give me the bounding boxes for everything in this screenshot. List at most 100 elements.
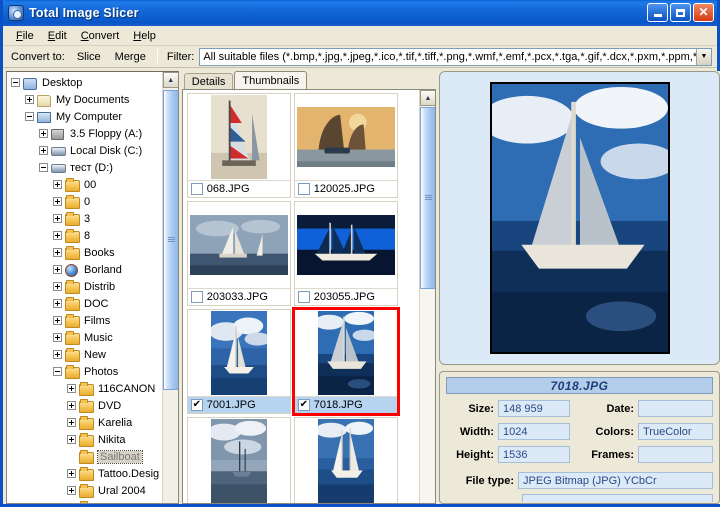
expand-icon[interactable] (67, 418, 76, 427)
image-preview[interactable] (439, 71, 720, 365)
tree-item-ural-2004[interactable]: Ural 2004 (7, 482, 162, 499)
thumbnail-scrollbar-thumb[interactable] (420, 107, 436, 289)
tree-item-my-documents[interactable]: My Documents (7, 91, 162, 108)
collapse-icon[interactable] (11, 78, 20, 87)
expand-icon[interactable] (53, 214, 62, 223)
folder-icon (79, 416, 95, 430)
expand-icon[interactable] (39, 146, 48, 155)
thumbnail-scroll-up-button[interactable]: ▲ (420, 90, 436, 106)
tree-item-music[interactable]: Music (7, 329, 162, 346)
tree-item-3[interactable]: 3 (7, 210, 162, 227)
collapse-icon[interactable] (53, 367, 62, 376)
expand-icon[interactable] (53, 197, 62, 206)
thumbnail-item[interactable]: ✔7018.JPG (294, 309, 398, 414)
folder-icon (79, 484, 95, 498)
expand-icon[interactable] (67, 469, 76, 478)
filter-combobox[interactable]: All suitable files (*.bmp,*.jpg,*.jpeg,*… (199, 48, 712, 66)
tree-item-label: 0 (84, 196, 92, 208)
size-label: Size: (446, 403, 498, 415)
maximize-button[interactable] (670, 3, 691, 22)
thumbnail-item[interactable]: 203033.JPG (187, 201, 291, 306)
tree-item-label: Desktop (42, 77, 84, 89)
expand-icon[interactable] (67, 384, 76, 393)
slice-button[interactable]: Slice (70, 49, 108, 65)
tree-item-00[interactable]: 00 (7, 176, 162, 193)
toolbar: Convert to: Slice Merge Filter: All suit… (3, 46, 717, 68)
collapse-icon[interactable] (39, 163, 48, 172)
tree-item-8[interactable]: 8 (7, 227, 162, 244)
expand-icon[interactable] (67, 435, 76, 444)
expand-icon[interactable] (67, 486, 76, 495)
expand-icon[interactable] (53, 180, 62, 189)
tree-item-[interactable]: Крым (7, 499, 162, 503)
tree-item-doc[interactable]: DOC (7, 295, 162, 312)
tree-item-nikita[interactable]: Nikita (7, 431, 162, 448)
tree-item-distrib[interactable]: Distrib (7, 278, 162, 295)
thumbnail-image (188, 310, 290, 396)
menu-edit[interactable]: Edit (41, 28, 74, 44)
expand-icon[interactable] (67, 401, 76, 410)
tree-item-karelia[interactable]: Karelia (7, 414, 162, 431)
expand-icon[interactable] (53, 350, 62, 359)
filetype-value: JPEG Bitmap (JPG) YCbCr (518, 472, 713, 489)
tree-item-sailboat[interactable]: Sailboat (7, 448, 162, 465)
thumbnail-image (295, 310, 397, 396)
tree-item-local-disk-c[interactable]: Local Disk (C:) (7, 142, 162, 159)
tree-item-0[interactable]: 0 (7, 193, 162, 210)
thumbnail-item[interactable]: ✔7001.JPG (187, 309, 291, 414)
minimize-button[interactable] (647, 3, 668, 22)
expand-icon[interactable] (53, 231, 62, 240)
tree-item-label: Films (84, 315, 112, 327)
tree-scrollbar-thumb[interactable] (163, 90, 179, 390)
merge-button[interactable]: Merge (108, 49, 153, 65)
tree-item-116canon[interactable]: 116CANON (7, 380, 162, 397)
menu-file[interactable]: File (9, 28, 41, 44)
tree-item-books[interactable]: Books (7, 244, 162, 261)
thumbnail-image (188, 418, 290, 503)
thumbnail-checkbox[interactable] (191, 291, 203, 303)
collapse-icon[interactable] (25, 112, 34, 121)
tree-scroll-up-button[interactable]: ▲ (163, 72, 179, 88)
expand-icon[interactable] (53, 316, 62, 325)
tree-item-label: Karelia (98, 417, 134, 429)
menu-help[interactable]: Help (126, 28, 163, 44)
thumbnail-item[interactable]: 068.JPG (187, 93, 291, 198)
thumbnail-item[interactable]: 7031.JPG (294, 417, 398, 503)
thumbnail-scrollbar[interactable]: ▲ (419, 90, 435, 503)
tree-item-my-computer[interactable]: My Computer (7, 108, 162, 125)
expand-icon[interactable] (25, 95, 34, 104)
tree-item-d[interactable]: тест (D:) (7, 159, 162, 176)
expand-icon[interactable] (53, 333, 62, 342)
thumbnail-checkbox[interactable] (298, 183, 310, 195)
expand-icon[interactable] (53, 282, 62, 291)
tab-thumbnails[interactable]: Thumbnails (234, 71, 307, 89)
tree-item-3-5-floppy-a[interactable]: 3.5 Floppy (A:) (7, 125, 162, 142)
tree-item-photos[interactable]: Photos (7, 363, 162, 380)
tree-scrollbar[interactable]: ▲ (162, 72, 178, 503)
tree-item-desktop[interactable]: Desktop (7, 74, 162, 91)
thumbnail-grid: 068.JPG120025.JPG203033.JPG203055.JPG✔70… (183, 90, 418, 503)
tree-item-tattoo-desig[interactable]: Tattoo.Desig (7, 465, 162, 482)
tab-details[interactable]: Details (184, 73, 234, 89)
thumbnail-item[interactable]: 203055.JPG (294, 201, 398, 306)
thumbnail-checkbox[interactable]: ✔ (298, 399, 310, 411)
expand-icon[interactable] (53, 248, 62, 257)
thumbnail-item[interactable]: 120025.JPG (294, 93, 398, 198)
thumbnail-checkbox[interactable]: ✔ (191, 399, 203, 411)
tree-item-dvd[interactable]: DVD (7, 397, 162, 414)
expand-icon[interactable] (39, 129, 48, 138)
tree-item-label: Music (84, 332, 115, 344)
thumbnail-item[interactable]: 7028.JPG (187, 417, 291, 503)
tree-item-borland[interactable]: Borland (7, 261, 162, 278)
close-button[interactable]: ✕ (693, 3, 714, 22)
chevron-down-icon[interactable]: ▼ (696, 49, 711, 65)
thumbnail-checkbox[interactable] (191, 183, 203, 195)
folder-icon-glyph (79, 418, 94, 430)
tree-item-films[interactable]: Films (7, 312, 162, 329)
tree-item-new[interactable]: New (7, 346, 162, 363)
thumbnail-checkbox[interactable] (298, 291, 310, 303)
menu-convert[interactable]: Convert (74, 28, 127, 44)
folder-icon-glyph (65, 299, 80, 311)
expand-icon[interactable] (53, 299, 62, 308)
expand-icon[interactable] (53, 265, 62, 274)
